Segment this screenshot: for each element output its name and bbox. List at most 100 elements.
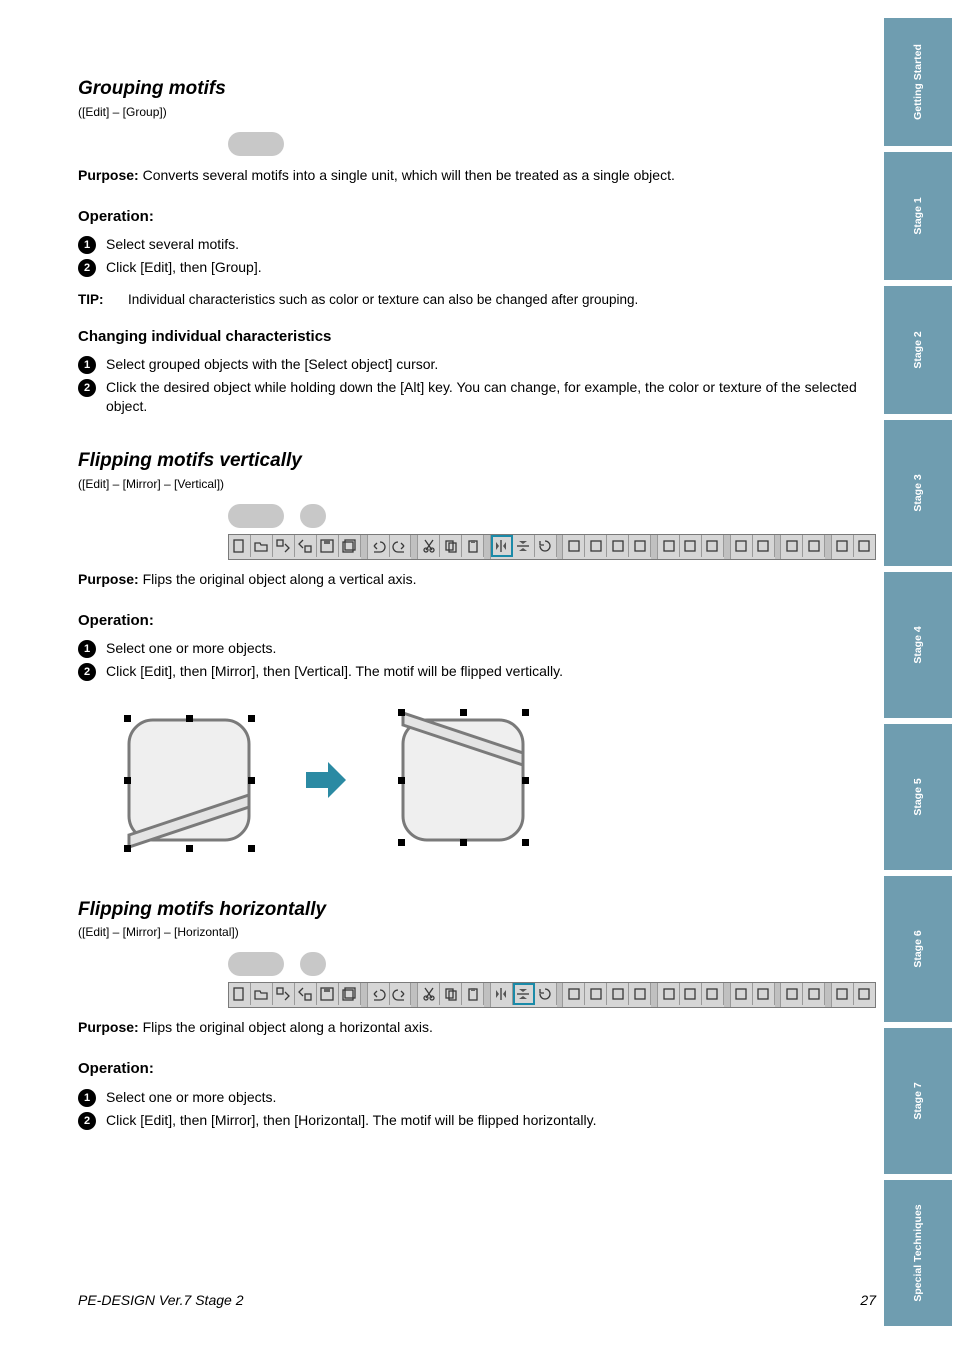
toolbar-ruler1-icon[interactable]	[731, 535, 753, 557]
toolbar-zoom-icon[interactable]	[854, 535, 875, 557]
side-tab[interactable]: Stage 3	[884, 420, 952, 566]
tip-block: TIP: Individual characteristics such as …	[78, 291, 876, 309]
purpose-label: Purpose:	[78, 167, 139, 183]
operation-label: Operation:	[78, 207, 876, 227]
toolbar-redo-icon[interactable]	[390, 983, 412, 1005]
toolbar-text3-icon[interactable]	[702, 535, 724, 557]
steps-vflip: 1Select one or more objects. 2Click [Edi…	[78, 639, 876, 681]
toolbar-copy-icon[interactable]	[440, 535, 462, 557]
side-tab-label: Stage 6	[911, 930, 925, 967]
toolbar-mirror-h-icon[interactable]	[513, 983, 535, 1005]
toolbar-new-icon[interactable]	[229, 983, 251, 1005]
side-tab-label: Stage 2	[911, 331, 925, 368]
side-tab-label: Stage 7	[911, 1082, 925, 1119]
side-tab-label: Stage 3	[911, 474, 925, 511]
step-text: Click [Edit], then [Mirror], then [Horiz…	[106, 1112, 596, 1128]
toolbar-redo-icon[interactable]	[390, 535, 412, 557]
toolbar-align-dist-icon[interactable]	[629, 535, 651, 557]
section-sub-hflip: ([Edit] – [Mirror] – [Horizontal])	[78, 924, 876, 940]
toolbar-save-icon[interactable]	[317, 535, 339, 557]
step-num-icon: 2	[78, 259, 96, 277]
pill-icon	[228, 952, 284, 976]
toolbar-text1-icon[interactable]	[658, 983, 680, 1005]
purpose-label: Purpose:	[78, 571, 139, 587]
toolbar-export-icon[interactable]	[295, 535, 317, 557]
side-tab[interactable]: Stage 6	[884, 876, 952, 1022]
steps-group: 1Select several motifs. 2Click [Edit], t…	[78, 235, 876, 277]
toolbar-save-icon[interactable]	[317, 983, 339, 1005]
step-text: Click [Edit], then [Mirror], then [Verti…	[106, 663, 563, 679]
toolbar-import-icon[interactable]	[273, 983, 295, 1005]
toolbar-cut-icon[interactable]	[418, 983, 440, 1005]
toolbar-grid2-icon[interactable]	[803, 535, 825, 557]
tip-label: TIP:	[78, 291, 104, 309]
toolbar-copy-icon[interactable]	[440, 983, 462, 1005]
toolbar-export-icon[interactable]	[295, 983, 317, 1005]
side-tabs: Getting StartedStage 1 Stage 2 Stage 3 Stag…	[884, 18, 954, 1332]
step-text: Select grouped objects with the [Select …	[106, 356, 438, 372]
toolbar-hflip	[228, 982, 876, 1008]
toolbar-undo-icon[interactable]	[368, 983, 390, 1005]
toolbar-align-c-icon[interactable]	[585, 983, 607, 1005]
purpose-text: Converts several motifs into a single un…	[143, 167, 675, 183]
toolbar-align-l-icon[interactable]	[563, 535, 585, 557]
toolbar-paste-icon[interactable]	[462, 983, 484, 1005]
toolbar-rotate-icon[interactable]	[535, 983, 557, 1005]
toolbar-view-icon[interactable]	[832, 983, 854, 1005]
toolbar-undo-icon[interactable]	[368, 535, 390, 557]
pill-icon	[300, 504, 326, 528]
toolbar-mirror-h-icon[interactable]	[513, 535, 535, 557]
toolbar-import-icon[interactable]	[273, 535, 295, 557]
toolbar-align-l-icon[interactable]	[563, 983, 585, 1005]
side-tab[interactable]: Stage 1	[884, 152, 952, 280]
section-title-hflip: Flipping motifs horizontally	[78, 897, 876, 923]
toolbar-ruler2-icon[interactable]	[753, 983, 775, 1005]
toolbar-open-icon[interactable]	[251, 983, 273, 1005]
side-tab[interactable]: Stage 5	[884, 724, 952, 870]
toolbar-paste-icon[interactable]	[462, 535, 484, 557]
sub-section-title: Changing individual characteristics	[78, 327, 876, 347]
vflip-after-icon	[378, 695, 548, 865]
toolbar-text1-icon[interactable]	[658, 535, 680, 557]
toolbar-grid1-icon[interactable]	[781, 983, 803, 1005]
toolbar-cut-icon[interactable]	[418, 535, 440, 557]
toolbar-text2-icon[interactable]	[680, 983, 702, 1005]
step-text: Click the desired object while holding d…	[106, 379, 857, 414]
steps-group-sub: 1Select grouped objects with the [Select…	[78, 355, 876, 416]
toolbar-vflip	[228, 534, 876, 560]
toolbar-align-r-icon[interactable]	[607, 983, 629, 1005]
toolbar-ruler2-icon[interactable]	[753, 535, 775, 557]
toolbar-open-icon[interactable]	[251, 535, 273, 557]
toolbar-text3-icon[interactable]	[702, 983, 724, 1005]
toolbar-text2-icon[interactable]	[680, 535, 702, 557]
side-tab[interactable]: Stage 2	[884, 286, 952, 414]
pill-row-group	[228, 132, 876, 156]
toolbar-align-dist-icon[interactable]	[629, 983, 651, 1005]
side-tab[interactable]: Stage 7	[884, 1028, 952, 1174]
side-tab[interactable]: Special Techniques	[884, 1180, 952, 1326]
page-footer: PE-DESIGN Ver.7 Stage 2 27	[78, 1291, 876, 1310]
side-tab-label: Stage 5	[911, 778, 925, 815]
toolbar-rotate-icon[interactable]	[535, 535, 557, 557]
operation-label: Operation:	[78, 1059, 876, 1079]
toolbar-grid2-icon[interactable]	[803, 983, 825, 1005]
side-tab[interactable]: Stage 4	[884, 572, 952, 718]
purpose-text: Flips the original object along a horizo…	[143, 1019, 433, 1035]
toolbar-zoom-icon[interactable]	[854, 983, 875, 1005]
section-sub-vflip: ([Edit] – [Mirror] – [Vertical])	[78, 476, 876, 492]
toolbar-mirror-v-icon[interactable]	[491, 535, 513, 557]
step-text: Click [Edit], then [Group].	[106, 259, 262, 275]
toolbar-align-c-icon[interactable]	[585, 535, 607, 557]
purpose-label: Purpose:	[78, 1019, 139, 1035]
toolbar-view-icon[interactable]	[832, 535, 854, 557]
toolbar-ruler1-icon[interactable]	[731, 983, 753, 1005]
toolbar-new-icon[interactable]	[229, 535, 251, 557]
steps-hflip: 1Select one or more objects. 2Click [Edi…	[78, 1088, 876, 1130]
vflip-illustration	[104, 695, 876, 865]
toolbar-grid1-icon[interactable]	[781, 535, 803, 557]
toolbar-save-all-icon[interactable]	[339, 983, 361, 1005]
toolbar-align-r-icon[interactable]	[607, 535, 629, 557]
toolbar-mirror-v-icon[interactable]	[491, 983, 513, 1005]
toolbar-save-all-icon[interactable]	[339, 535, 361, 557]
side-tab[interactable]: Getting Started	[884, 18, 952, 146]
